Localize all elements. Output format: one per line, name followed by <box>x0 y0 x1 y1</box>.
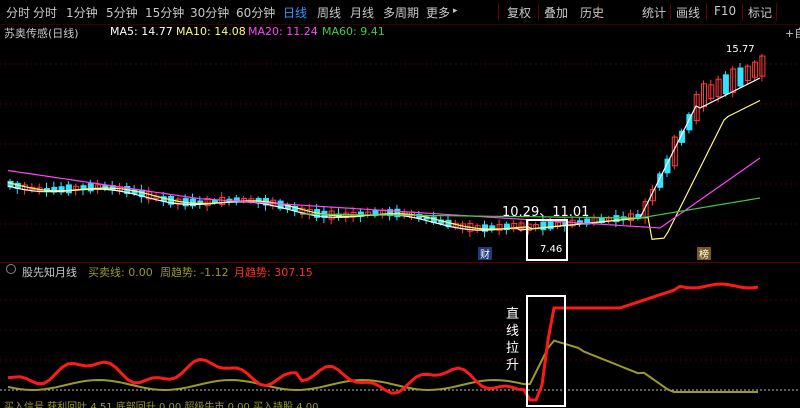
tab-multi-period[interactable]: 多周期 <box>383 4 419 21</box>
draw-line-button[interactable]: 画线 <box>676 4 700 21</box>
period-toolbar: 分时 分时 1分钟 5分钟 15分钟 30分钟 60分钟 日线 周线 月线 多周… <box>0 0 800 25</box>
history-button[interactable]: 历史 <box>580 4 604 21</box>
candle <box>540 221 547 231</box>
price-gridlines <box>0 63 800 225</box>
tab-fenshi[interactable]: 分时 <box>33 4 57 21</box>
chevron-right-icon: ▸ <box>453 6 458 16</box>
indicator-toggle-icon[interactable] <box>6 264 16 274</box>
toolbar-divider <box>706 3 707 21</box>
candle-group <box>7 53 766 238</box>
tab-monthly[interactable]: 月线 <box>350 4 374 21</box>
ma-lines <box>7 77 761 240</box>
low-price-marker: 7.46 <box>540 244 562 255</box>
week-trend-line <box>7 339 758 393</box>
mark-button[interactable]: 标记 <box>748 4 772 21</box>
tab-15min[interactable]: 15分钟 <box>145 4 184 21</box>
overlay-button[interactable]: 叠加 <box>544 4 568 21</box>
tab-more[interactable]: 更多 <box>426 4 450 21</box>
annotation-char: 直 <box>506 307 519 322</box>
tab-fenshi[interactable]: 分时 <box>6 4 30 21</box>
annotation-char: 拉 <box>506 341 519 356</box>
candle <box>65 184 72 194</box>
finance-tag-label: 财 <box>480 248 490 261</box>
annotation-char: 升 <box>506 358 519 373</box>
rank-tag-label: 榜 <box>699 248 709 261</box>
tab-5min[interactable]: 5分钟 <box>106 4 138 21</box>
candle <box>722 74 729 95</box>
ma10-line <box>7 99 761 240</box>
pane-divider <box>0 262 800 263</box>
tab-1min[interactable]: 1分钟 <box>66 4 98 21</box>
tab-60min[interactable]: 60分钟 <box>236 4 275 21</box>
fuquan-button[interactable]: 复权 <box>507 4 531 21</box>
toolbar-divider <box>742 3 743 21</box>
indicator-chart[interactable]: 直 线 拉 升 买入信号 获利回吐 4.51 底部回升 0.00 超级牛市 0.… <box>0 276 800 408</box>
tab-weekly[interactable]: 周线 <box>317 4 341 21</box>
candle <box>211 199 218 204</box>
candle <box>737 67 744 87</box>
toolbar-divider <box>538 3 539 21</box>
ma5-line <box>7 77 761 231</box>
bottom-cut-text: 买入信号 获利回吐 4.51 底部回升 0.00 超级牛市 0.00 买入持股 … <box>4 400 319 408</box>
stats-button[interactable]: 统计 <box>642 4 666 21</box>
indicator-gridlines <box>0 299 800 361</box>
annotation-char: 线 <box>506 324 519 339</box>
tab-30min[interactable]: 30分钟 <box>190 4 229 21</box>
toolbar-divider <box>670 3 671 21</box>
candlestick-chart[interactable]: 10.29、11.01 7.46 15.77 财 榜 <box>0 24 800 262</box>
high-price-marker: 15.77 <box>726 44 755 55</box>
f10-button[interactable]: F10 <box>714 4 736 18</box>
toolbar-divider <box>498 3 499 21</box>
toolbar-divider <box>776 3 777 21</box>
tab-daily[interactable]: 日线 <box>283 4 307 21</box>
annotation-dates: 10.29、11.01 <box>502 205 589 220</box>
